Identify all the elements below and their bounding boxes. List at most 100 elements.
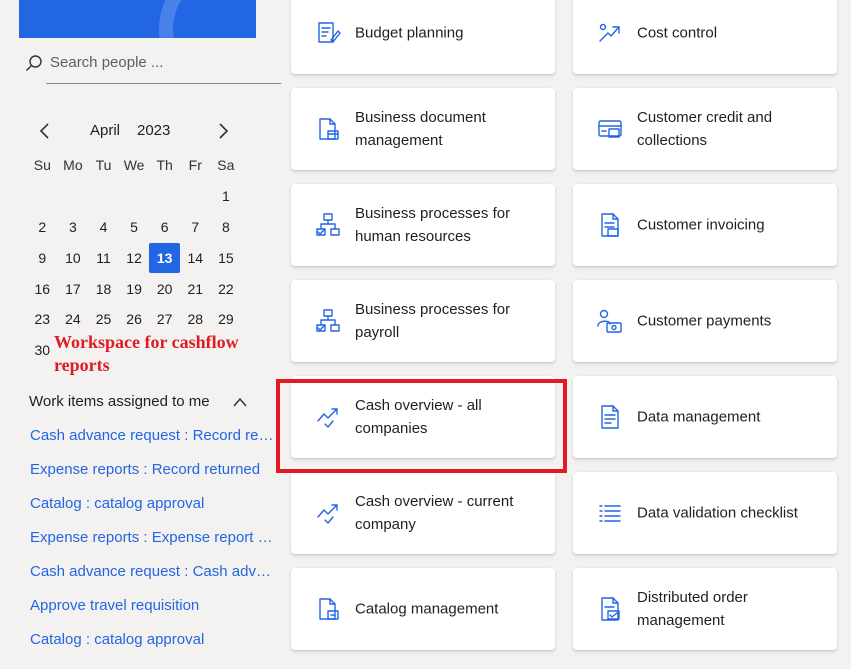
- calendar-day[interactable]: 30: [27, 335, 58, 366]
- work-item-link[interactable]: Catalog : catalog approval: [30, 494, 274, 528]
- tile-cash-overview-all-companies[interactable]: Cash overview - all companies: [291, 376, 555, 458]
- calendar-day[interactable]: 18: [88, 273, 119, 304]
- calendar-day[interactable]: 5: [119, 212, 150, 243]
- calendar-day[interactable]: 8: [211, 212, 242, 243]
- workspace-tiles: Budget planning Cost control Business docu…: [291, 0, 837, 650]
- calendar-empty-cell: [180, 181, 211, 212]
- calendar-day[interactable]: 10: [58, 242, 89, 273]
- tile-customer-credit-and-collections[interactable]: Customer credit and collections: [573, 88, 837, 170]
- calendar-day[interactable]: 14: [180, 242, 211, 273]
- search-input[interactable]: [50, 54, 270, 71]
- calendar-day[interactable]: 17: [58, 273, 89, 304]
- tile-label: Data validation checklist: [637, 504, 798, 522]
- work-items-list: Cash advance request : Record ret... Expe…: [30, 426, 274, 664]
- search-underline: [46, 83, 281, 84]
- customer-payments-icon: [597, 309, 622, 333]
- work-item-link[interactable]: Catalog : catalog approval: [30, 630, 274, 664]
- calendar-day[interactable]: 11: [88, 242, 119, 273]
- calendar-day[interactable]: 12: [119, 242, 150, 273]
- calendar-day-selected[interactable]: 13: [149, 242, 180, 273]
- tile-label: Distributed order management: [637, 589, 748, 629]
- catalog-icon: [319, 598, 339, 620]
- customer-credit-icon: [598, 120, 622, 138]
- checklist-icon: [599, 505, 621, 522]
- work-items-header: Work items assigned to me: [29, 393, 210, 410]
- calendar-day[interactable]: 9: [27, 242, 58, 273]
- tile-label: Customer credit and collections: [637, 109, 773, 149]
- tile-label: Business processes for human resources: [355, 205, 511, 245]
- calendar-day[interactable]: 20: [149, 273, 180, 304]
- tile-cost-control[interactable]: Cost control: [573, 0, 837, 74]
- calendar-empty-cell: [119, 181, 150, 212]
- calendar-header: April 2023: [28, 118, 238, 144]
- data-management-icon: [601, 405, 619, 429]
- calendar-today-label: 13: [149, 242, 180, 273]
- calendar-weekday: Fr: [188, 157, 202, 174]
- business-document-icon: [319, 118, 339, 140]
- work-item-link[interactable]: Cash advance request : Cash advan...: [30, 562, 274, 596]
- chevron-left-icon[interactable]: [34, 120, 56, 142]
- tile-label: Cash overview - all companies: [355, 397, 482, 437]
- calendar-day[interactable]: 19: [119, 273, 150, 304]
- budget-planning-icon: [318, 22, 341, 43]
- search-people[interactable]: [20, 46, 281, 84]
- process-hierarchy-icon: [316, 213, 340, 236]
- tile-business-processes-for-human-resources[interactable]: Business processes for human resources: [291, 184, 555, 266]
- calendar-day[interactable]: 7: [180, 212, 211, 243]
- work-item-link[interactable]: Approve travel requisition: [30, 596, 274, 630]
- invoice-icon: [601, 213, 619, 237]
- tile-label: Customer payments: [637, 312, 772, 330]
- search-icon: [26, 55, 42, 71]
- process-hierarchy-icon: [316, 309, 340, 332]
- calendar-day[interactable]: 23: [27, 304, 58, 335]
- calendar-day[interactable]: 16: [27, 273, 58, 304]
- chevron-up-icon[interactable]: [231, 395, 249, 409]
- tile-business-processes-for-payroll[interactable]: Business processes for payroll: [291, 280, 555, 362]
- tile-business-document-management[interactable]: Business document management: [291, 88, 555, 170]
- calendar-weekday: Tu: [95, 157, 112, 174]
- trend-check-icon: [317, 504, 338, 524]
- tile-label: Cost control: [637, 24, 718, 42]
- tile-cash-overview-current-company[interactable]: Cash overview - current company: [291, 472, 555, 554]
- tile-catalog-management[interactable]: Catalog management: [291, 568, 555, 650]
- calendar-weekday: Mo: [63, 157, 83, 174]
- cost-control-icon: [599, 23, 620, 42]
- tile-label: Catalog management: [355, 600, 499, 618]
- tile-data-validation-checklist[interactable]: Data validation checklist: [573, 472, 837, 554]
- tile-budget-planning[interactable]: Budget planning: [291, 0, 555, 74]
- calendar-empty-cell: [88, 181, 119, 212]
- annotation-label: Workspace for cashflow reports: [54, 332, 239, 375]
- tile-label: Business document management: [355, 109, 486, 149]
- tile-label: Data management: [637, 408, 761, 426]
- calendar-day[interactable]: 1: [211, 181, 242, 212]
- calendar-day[interactable]: 3: [58, 212, 89, 243]
- calendar-day[interactable]: 2: [27, 212, 58, 243]
- chevron-right-icon[interactable]: [212, 120, 234, 142]
- calendar-weekday: We: [123, 157, 145, 174]
- calendar-empty-cell: [58, 181, 89, 212]
- calendar-empty-cell: [149, 181, 180, 212]
- work-item-link[interactable]: Expense reports : Record returned: [30, 460, 274, 494]
- calendar-month[interactable]: April: [90, 122, 120, 139]
- order-management-icon: [601, 597, 620, 621]
- work-item-link[interactable]: Cash advance request : Record ret...: [30, 426, 274, 460]
- tile-label: Cash overview - current company: [355, 493, 514, 533]
- workspace-banner: [19, 0, 256, 38]
- calendar-day[interactable]: 21: [180, 273, 211, 304]
- calendar-weekday: Th: [156, 157, 173, 174]
- calendar-day[interactable]: 4: [88, 212, 119, 243]
- calendar-year[interactable]: 2023: [137, 122, 170, 139]
- tile-customer-invoicing[interactable]: Customer invoicing: [573, 184, 837, 266]
- tile-label: Customer invoicing: [637, 216, 765, 234]
- calendar-weekday: Sa: [217, 157, 235, 174]
- tile-data-management[interactable]: Data management: [573, 376, 837, 458]
- calendar-day[interactable]: 15: [211, 242, 242, 273]
- tile-label: Business processes for payroll: [355, 301, 511, 341]
- tile-distributed-order-management[interactable]: Distributed order management: [573, 568, 837, 650]
- tile-customer-payments[interactable]: Customer payments: [573, 280, 837, 362]
- tile-label: Budget planning: [355, 24, 464, 42]
- calendar-day[interactable]: 6: [149, 212, 180, 243]
- calendar-day[interactable]: 22: [211, 273, 242, 304]
- calendar-weekday: Su: [33, 157, 51, 174]
- work-item-link[interactable]: Expense reports : Expense report a...: [30, 528, 274, 562]
